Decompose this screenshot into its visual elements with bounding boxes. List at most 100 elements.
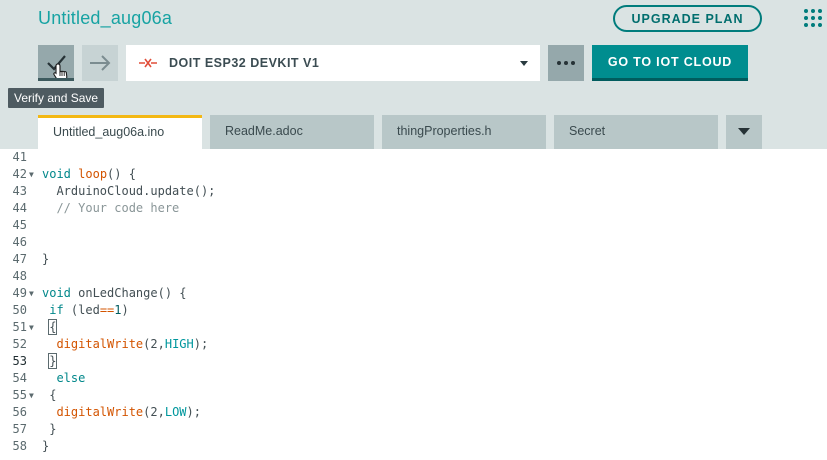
code-token: ); <box>186 405 201 419</box>
tab-untitled-ino[interactable]: Untitled_aug06a.ino <box>38 115 202 149</box>
code-token: 1 <box>114 303 122 317</box>
code-line[interactable]: 50 if (led==1) <box>0 302 827 319</box>
code-text: } <box>42 421 56 438</box>
code-line[interactable]: 45 <box>0 217 827 234</box>
sketch-title[interactable]: Untitled_aug06a <box>38 8 172 29</box>
code-text: digitalWrite(2,LOW); <box>42 404 201 421</box>
code-line[interactable]: 49 ▼ void onLedChange() { <box>0 285 827 302</box>
code-line[interactable]: 54 else <box>0 370 827 387</box>
line-number: 43 <box>12 184 27 198</box>
line-number: 48 <box>12 269 27 283</box>
code-token: else <box>56 371 86 385</box>
arrow-right-icon <box>90 55 111 71</box>
go-to-iot-cloud-button[interactable]: GO TO IOT CLOUD <box>592 45 748 81</box>
verify-tooltip: Verify and Save <box>8 88 105 108</box>
code-token: (2, <box>143 337 165 351</box>
code-line[interactable]: 41 <box>0 149 827 166</box>
line-number: 56 <box>12 405 27 419</box>
board-name: DOIT ESP32 DEVKIT V1 <box>169 56 320 70</box>
line-number: 49 <box>12 286 27 300</box>
code-token: } <box>42 422 57 436</box>
code-line[interactable]: 55 ▼ { <box>0 387 827 404</box>
code-token: ); <box>193 337 209 351</box>
board-selector[interactable]: DOIT ESP32 DEVKIT V1 <box>126 45 540 81</box>
tab-menu-button[interactable] <box>726 115 762 149</box>
tab-readme[interactable]: ReadMe.adoc <box>210 115 374 149</box>
code-token: digitalWrite <box>56 337 144 351</box>
code-text: } <box>42 353 58 370</box>
code-token: HIGH <box>164 337 194 351</box>
bracket-match: { <box>48 319 58 335</box>
disconnected-icon <box>139 58 157 68</box>
code-text: else <box>42 370 85 387</box>
code-text: void loop() { <box>42 166 136 183</box>
code-token: (2, <box>143 405 165 419</box>
line-number: 58 <box>12 439 27 453</box>
upload-button[interactable] <box>82 45 118 81</box>
code-token: loop <box>78 167 108 181</box>
code-line[interactable]: 47} <box>0 251 827 268</box>
line-number: 41 <box>12 150 27 164</box>
code-line[interactable]: 48 <box>0 268 827 285</box>
line-number: 45 <box>12 218 27 232</box>
line-number: 47 <box>12 252 27 266</box>
fold-toggle-icon[interactable]: ▼ <box>29 319 34 336</box>
grid-dots-icon[interactable] <box>804 9 822 27</box>
code-text: void onLedChange() { <box>42 285 187 302</box>
code-token: onLedChange() { <box>70 286 187 300</box>
code-text: { <box>42 319 58 336</box>
code-line[interactable]: 42 ▼ void loop() { <box>0 166 827 183</box>
code-line[interactable]: 43 ArduinoCloud.update(); <box>0 183 827 200</box>
verify-button[interactable] <box>38 45 74 82</box>
fold-toggle-icon[interactable]: ▼ <box>29 387 34 404</box>
line-number: 54 <box>12 371 27 385</box>
line-number: 52 <box>12 337 27 351</box>
code-text: } <box>42 251 49 268</box>
code-token: { <box>42 388 57 402</box>
code-line[interactable]: 58} <box>0 438 827 455</box>
tab-secret[interactable]: Secret <box>554 115 718 149</box>
code-token: // Your code here <box>42 201 180 215</box>
code-line[interactable]: 46 <box>0 234 827 251</box>
upgrade-plan-button[interactable]: UPGRADE PLAN <box>613 5 762 32</box>
code-token: digitalWrite <box>56 405 144 419</box>
cloud-editor: Untitled_aug06a UPGRADE PLAN Verify and … <box>0 0 827 460</box>
code-line[interactable]: 44 // Your code here <box>0 200 827 217</box>
ellipsis-icon <box>557 61 561 65</box>
code-line[interactable]: 57 } <box>0 421 827 438</box>
code-token: LOW <box>164 405 187 419</box>
code-line[interactable]: 52 digitalWrite(2,HIGH); <box>0 336 827 353</box>
chevron-down-icon <box>520 61 528 66</box>
code-line[interactable]: 56 digitalWrite(2,LOW); <box>0 404 827 421</box>
line-number: 55 <box>12 388 27 402</box>
more-options-button[interactable] <box>548 45 584 81</box>
code-token: } <box>42 252 50 266</box>
line-number: 51 <box>12 320 27 334</box>
code-token: void <box>42 167 71 181</box>
code-token: == <box>99 303 115 317</box>
code-token: () { <box>107 167 136 181</box>
code-editor[interactable]: 41 42 ▼ void loop() {43 ArduinoCloud.update… <box>0 149 827 460</box>
line-number: 53 <box>12 354 27 368</box>
code-text: { <box>42 387 56 404</box>
tab-thing-properties[interactable]: thingProperties.h <box>382 115 546 149</box>
code-token: ArduinoCloud.update(); <box>42 184 216 198</box>
line-number: 44 <box>12 201 27 215</box>
code-text: ArduinoCloud.update(); <box>42 183 215 200</box>
code-token: if <box>49 303 64 317</box>
line-number: 50 <box>12 303 27 317</box>
code-text: digitalWrite(2,HIGH); <box>42 336 208 353</box>
code-token: (led <box>63 303 100 317</box>
fold-toggle-icon[interactable]: ▼ <box>29 285 34 302</box>
checkmark-icon <box>47 55 68 82</box>
caret-down-icon <box>738 128 750 135</box>
code-line[interactable]: 51 ▼ { <box>0 319 827 336</box>
line-number: 57 <box>12 422 27 436</box>
code-line[interactable]: 53 } <box>0 353 827 370</box>
line-number: 42 <box>12 167 27 181</box>
fold-toggle-icon[interactable]: ▼ <box>29 166 34 183</box>
line-number: 46 <box>12 235 27 249</box>
